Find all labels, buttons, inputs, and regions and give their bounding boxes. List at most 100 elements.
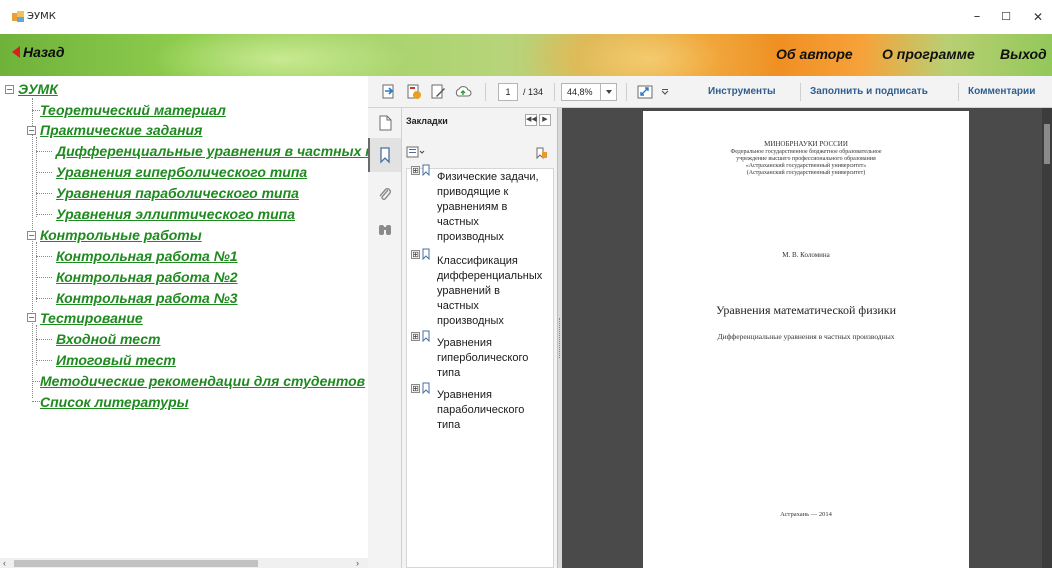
- bookmark-item-label[interactable]: Уравнения: [437, 336, 492, 351]
- pdf-toolbar: 1 / 134 44,8% Инструменты Заполнить и по…: [368, 76, 1052, 108]
- tree-node-tests-control[interactable]: Контрольные работы: [40, 227, 202, 243]
- tree-node-literature[interactable]: Список литературы: [40, 394, 189, 410]
- bookmark-expand-toggle[interactable]: ⊞: [411, 332, 420, 341]
- bookmark-item-label[interactable]: Уравнения: [437, 388, 492, 403]
- pdf-viewer: 1 / 134 44,8% Инструменты Заполнить и по…: [368, 76, 1052, 568]
- tree-guide-line: [36, 339, 52, 340]
- about-author-link[interactable]: Об авторе: [776, 46, 853, 62]
- edit-document-icon[interactable]: [429, 83, 447, 101]
- bookmark-item-label[interactable]: приводящие к: [437, 185, 508, 200]
- bookmarks-pane: Закладки ◀◀ ▶ ⊞ Физические задачи, приво…: [402, 108, 558, 568]
- toolbar-separator: [626, 83, 627, 101]
- cloud-upload-icon[interactable]: [454, 83, 472, 101]
- bookmark-item-label[interactable]: Физические задачи,: [437, 170, 539, 185]
- tools-button[interactable]: Инструменты: [708, 86, 776, 97]
- tree-node-input-test[interactable]: Входной тест: [56, 331, 160, 347]
- tree-node-guidelines[interactable]: Методические рекомендации для студентов: [40, 373, 365, 389]
- bookmark-item-label[interactable]: производных: [437, 230, 504, 245]
- toolbar-separator: [958, 83, 959, 101]
- tree-node-hyperbolic[interactable]: Уравнения гиперболического типа: [56, 164, 307, 180]
- open-file-icon[interactable]: [380, 83, 398, 101]
- bookmark-item-label[interactable]: параболического: [437, 403, 524, 418]
- attachment-icon[interactable]: [376, 186, 394, 204]
- close-button[interactable]: ✕: [1026, 6, 1050, 28]
- page-total: / 134: [523, 87, 544, 97]
- bookmark-item-label[interactable]: гиперболического: [437, 351, 528, 366]
- app-window: ЭУМК – ☐ ✕ Назад Об авторе О программе В…: [0, 0, 1052, 568]
- comments-button[interactable]: Комментарии: [968, 86, 1035, 97]
- page-number-input[interactable]: 1: [498, 83, 518, 101]
- tree-collapse-toggle[interactable]: −: [27, 126, 36, 135]
- tree-collapse-toggle[interactable]: −: [5, 85, 14, 94]
- bookmark-item-label[interactable]: дифференциальных: [437, 269, 542, 284]
- tree-node-control-1[interactable]: Контрольная работа №1: [56, 248, 238, 264]
- tree-collapse-toggle[interactable]: −: [27, 231, 36, 240]
- banner-flower-decoration: [520, 34, 780, 76]
- tree-guide-line: [32, 381, 40, 382]
- tree-node-theory[interactable]: Теоретический материал: [40, 102, 226, 118]
- tree-node-parabolic[interactable]: Уравнения параболического типа: [56, 185, 299, 201]
- bookmark-item-label[interactable]: частных: [437, 215, 479, 230]
- bookmark-item-label[interactable]: типа: [437, 418, 460, 433]
- binoculars-icon[interactable]: [376, 220, 394, 238]
- tree-node-elliptic[interactable]: Уравнения эллиптического типа: [56, 206, 295, 222]
- doc-institution-line: (Астраханский государственный университе…: [746, 170, 866, 176]
- back-button[interactable]: Назад: [12, 44, 64, 60]
- tree-guide-line: [32, 98, 33, 398]
- document-vertical-scrollbar[interactable]: [1042, 108, 1052, 568]
- exit-link[interactable]: Выход: [1000, 46, 1047, 62]
- next-pane-button[interactable]: ▶: [539, 114, 551, 126]
- page-thumbnails-icon[interactable]: [376, 114, 394, 132]
- tree-node-control-2[interactable]: Контрольная работа №2: [56, 269, 238, 285]
- tree-node-control-3[interactable]: Контрольная работа №3: [56, 290, 238, 306]
- tree-node-testing[interactable]: Тестирование: [40, 310, 143, 326]
- zoom-value: 44,8%: [567, 87, 593, 97]
- fill-sign-button[interactable]: Заполнить и подписать: [810, 86, 928, 97]
- chevron-down-icon[interactable]: [600, 84, 617, 100]
- bookmark-item-label[interactable]: уравнений в: [437, 284, 500, 299]
- scroll-left-icon[interactable]: ‹: [3, 558, 6, 568]
- tree-node-pde[interactable]: Дифференциальные уравнения в частных про…: [56, 143, 368, 159]
- bookmark-item-icon: [422, 164, 430, 176]
- create-pdf-icon[interactable]: [405, 83, 423, 101]
- maximize-button[interactable]: ☐: [994, 6, 1018, 28]
- bookmark-expand-toggle[interactable]: ⊞: [411, 166, 420, 175]
- minimize-button[interactable]: –: [965, 6, 989, 28]
- doc-subtitle: Дифференциальные уравнения в частных про…: [717, 332, 895, 341]
- fullscreen-icon[interactable]: [636, 83, 654, 101]
- bookmark-expand-toggle[interactable]: ⊞: [411, 250, 420, 259]
- tree-guide-line: [36, 277, 52, 278]
- tree-collapse-toggle[interactable]: −: [27, 313, 36, 322]
- tree-guide-line: [36, 325, 37, 365]
- doc-footer: Астрахань — 2014: [780, 511, 832, 518]
- bookmark-item-label[interactable]: типа: [437, 366, 460, 381]
- tree-guide-line: [36, 137, 37, 217]
- bookmark-item-label[interactable]: производных: [437, 314, 504, 329]
- tree-horizontal-scrollbar[interactable]: ‹ ›: [0, 558, 368, 568]
- bookmark-item-label[interactable]: уравнениям в: [437, 200, 507, 215]
- tree-guide-line: [36, 256, 52, 257]
- toolbar-separator: [554, 83, 555, 101]
- bookmark-options-icon[interactable]: [406, 146, 426, 158]
- collapse-pane-button[interactable]: ◀◀: [525, 114, 537, 126]
- tree-node-root[interactable]: ЭУМК: [18, 81, 58, 97]
- zoom-select[interactable]: 44,8%: [561, 83, 617, 101]
- window-title: ЭУМК: [27, 11, 56, 22]
- tree-guide-line: [36, 172, 52, 173]
- tree-node-practice[interactable]: Практические задания: [40, 122, 202, 138]
- bookmark-item-icon: [422, 382, 430, 394]
- scrollbar-thumb[interactable]: [14, 560, 258, 567]
- bookmark-item-label[interactable]: частных: [437, 299, 479, 314]
- bookmark-expand-icon[interactable]: [534, 146, 548, 160]
- doc-ministry: МИНОБРНАУКИ РОССИИ: [764, 140, 848, 148]
- splitter-grip[interactable]: [559, 318, 561, 358]
- bookmark-icon[interactable]: [376, 146, 394, 164]
- pane-splitter[interactable]: [558, 108, 562, 568]
- bookmark-expand-toggle[interactable]: ⊞: [411, 384, 420, 393]
- scroll-right-icon[interactable]: ›: [356, 558, 359, 568]
- scrollbar-thumb[interactable]: [1044, 124, 1050, 164]
- bookmark-item-label[interactable]: Классификация: [437, 254, 518, 269]
- toolbar-overflow-icon[interactable]: [660, 83, 670, 101]
- about-program-link[interactable]: О программе: [882, 46, 975, 62]
- tree-node-final-test[interactable]: Итоговый тест: [56, 352, 176, 368]
